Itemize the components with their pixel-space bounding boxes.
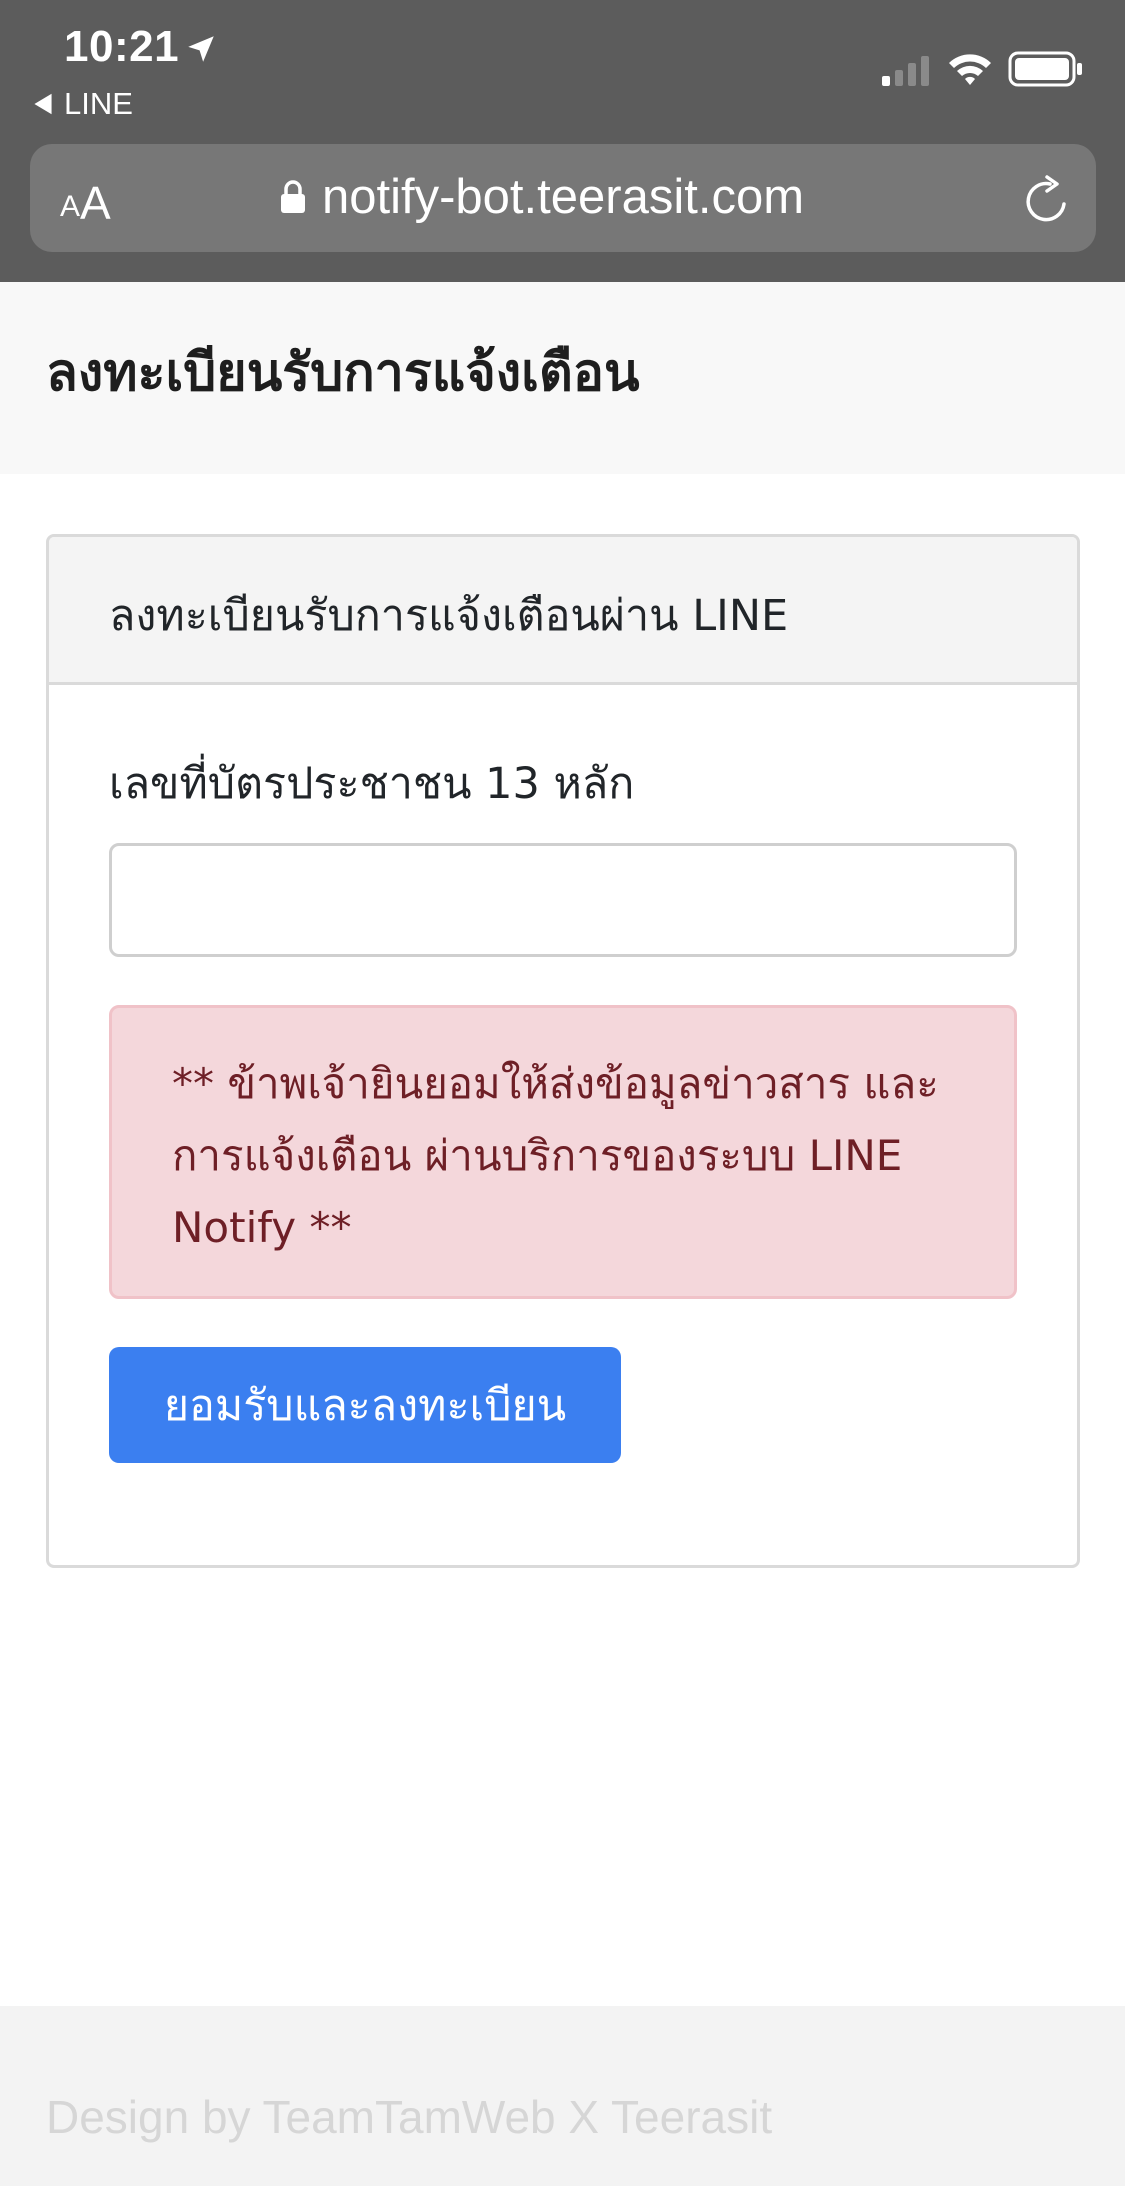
- id-number-input[interactable]: [109, 843, 1017, 957]
- back-app-label: LINE: [64, 86, 133, 121]
- cellular-signal-icon: [882, 56, 929, 86]
- card-header: ลงทะเบียนรับการแจ้งเตือนผ่าน LINE: [49, 537, 1077, 685]
- registration-card: ลงทะเบียนรับการแจ้งเตือนผ่าน LINE เลขที่…: [46, 534, 1080, 1568]
- back-to-app-button[interactable]: LINE: [32, 84, 133, 124]
- location-arrow-icon: [188, 36, 214, 62]
- id-number-label: เลขที่บัตรประชาชน 13 หลัก: [109, 759, 635, 809]
- battery-icon: [1008, 51, 1082, 87]
- page-title: ลงทะเบียนรับการแจ้งเตือน: [46, 343, 640, 403]
- text-size-button[interactable]: A A: [60, 172, 111, 226]
- consent-alert: ** ข้าพเจ้ายินยอมให้ส่งข้อมูลข่าวสาร และ…: [109, 1005, 1017, 1299]
- footer-credit: Design by TeamTamWeb X Teerasit: [46, 2091, 773, 2143]
- status-time: 10:21: [64, 22, 180, 71]
- accept-register-button[interactable]: ยอมรับและลงทะเบียน: [109, 1347, 621, 1463]
- url-text: notify-bot.teerasit.com: [322, 170, 805, 224]
- back-triangle-icon: [34, 93, 52, 115]
- page-header: ลงทะเบียนรับการแจ้งเตือน: [0, 282, 1125, 474]
- address-bar[interactable]: A A notify-bot.teerasit.com: [30, 144, 1096, 252]
- lock-icon: [281, 180, 305, 213]
- card-title: ลงทะเบียนรับการแจ้งเตือนผ่าน LINE: [109, 591, 789, 641]
- wifi-icon: [949, 54, 991, 85]
- footer: Design by TeamTamWeb X Teerasit: [0, 2006, 1125, 2186]
- url-display[interactable]: notify-bot.teerasit.com: [280, 166, 804, 228]
- reload-icon[interactable]: [1020, 174, 1074, 228]
- consent-text: ** ข้าพเจ้ายินยอมให้ส่งข้อมูลข่าวสาร และ…: [172, 1059, 939, 1252]
- browser-chrome: 10:21 LINE A A notify-bot.teerasit.com: [0, 0, 1125, 282]
